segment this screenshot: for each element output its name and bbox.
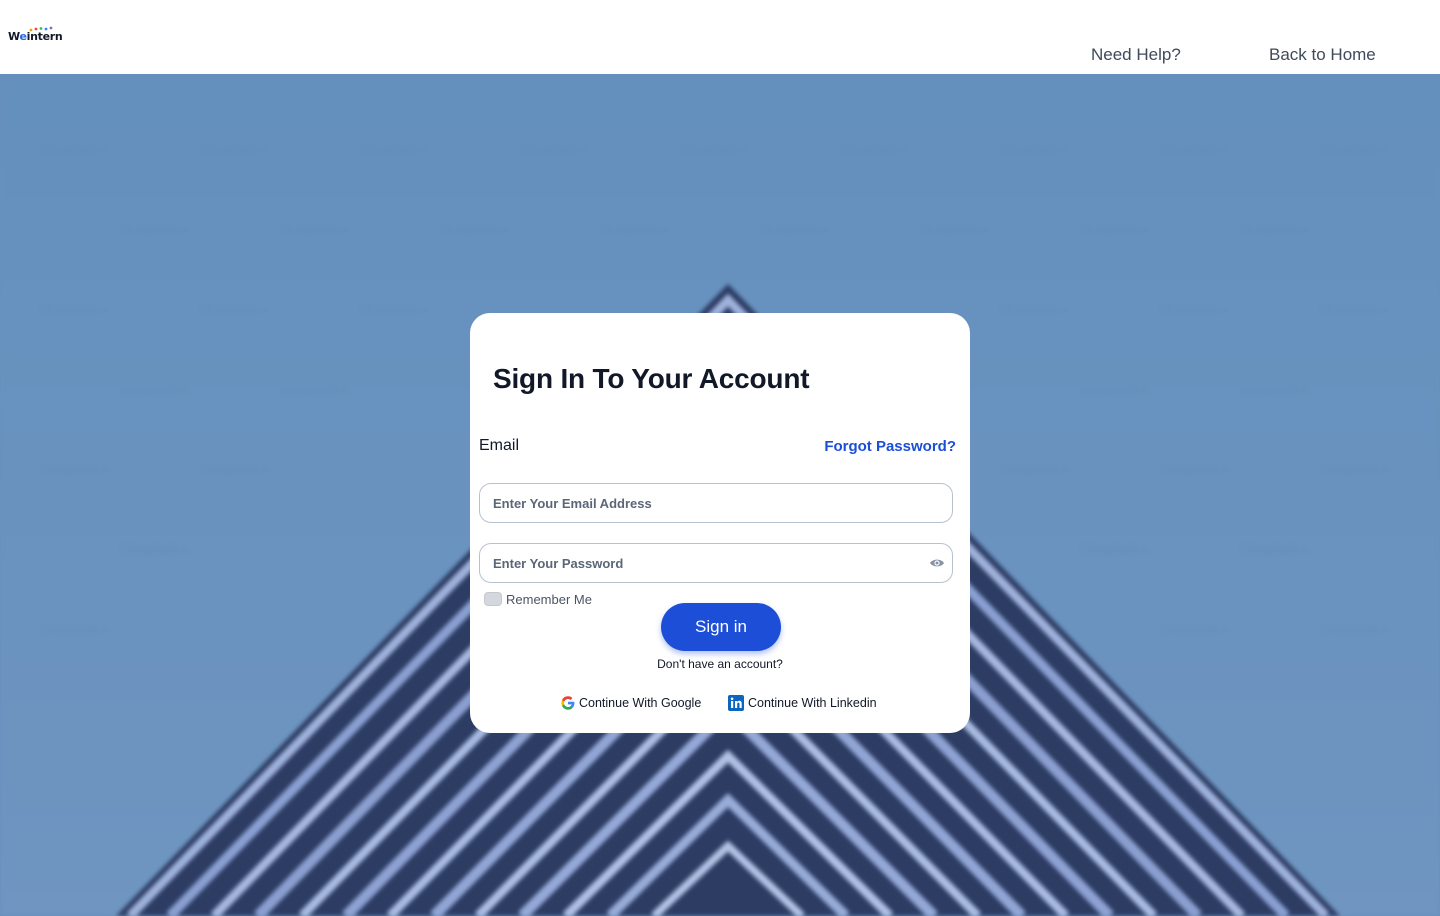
svg-text:Unsplash+: Unsplash+ bbox=[40, 463, 110, 478]
svg-text:Unsplash+: Unsplash+ bbox=[360, 143, 430, 158]
svg-text:Unsplash+: Unsplash+ bbox=[1160, 463, 1230, 478]
svg-text:Unsplash+: Unsplash+ bbox=[680, 143, 750, 158]
top-header: Weintern Need Help? Back to Home bbox=[0, 0, 1440, 74]
svg-text:Unsplash+: Unsplash+ bbox=[920, 223, 990, 238]
logo-text: Weintern bbox=[8, 30, 63, 43]
svg-text:Unsplash+: Unsplash+ bbox=[1000, 463, 1070, 478]
svg-text:Unsplash+: Unsplash+ bbox=[600, 223, 670, 238]
email-field bbox=[479, 483, 953, 523]
sign-in-button[interactable]: Sign in bbox=[661, 603, 781, 651]
svg-text:Unsplash+: Unsplash+ bbox=[1240, 383, 1310, 398]
linkedin-label: Continue With Linkedin bbox=[748, 696, 877, 710]
svg-text:Unsplash+: Unsplash+ bbox=[1320, 303, 1390, 318]
svg-text:Unsplash+: Unsplash+ bbox=[1160, 623, 1230, 638]
svg-text:Unsplash+: Unsplash+ bbox=[1160, 303, 1230, 318]
svg-text:Unsplash+: Unsplash+ bbox=[840, 143, 910, 158]
page-title: Sign In To Your Account bbox=[493, 363, 810, 394]
email-input[interactable] bbox=[493, 484, 913, 522]
remember-me-checkbox[interactable] bbox=[484, 592, 502, 606]
svg-text:Unsplash+: Unsplash+ bbox=[760, 223, 830, 238]
google-label: Continue With Google bbox=[579, 696, 702, 710]
svg-text:Unsplash+: Unsplash+ bbox=[1080, 543, 1150, 558]
weintern-logo[interactable]: Weintern bbox=[8, 26, 63, 44]
svg-text:Unsplash+: Unsplash+ bbox=[1160, 143, 1230, 158]
linkedin-icon bbox=[728, 695, 744, 711]
svg-text:Unsplash+: Unsplash+ bbox=[360, 303, 430, 318]
svg-text:Unsplash+: Unsplash+ bbox=[200, 143, 270, 158]
svg-text:Unsplash+: Unsplash+ bbox=[1320, 623, 1390, 638]
svg-text:Unsplash+: Unsplash+ bbox=[200, 463, 270, 478]
password-field bbox=[479, 543, 953, 583]
svg-text:Unsplash+: Unsplash+ bbox=[1000, 303, 1070, 318]
sign-in-card: Sign In To Your Account Email Forgot Pas… bbox=[470, 313, 970, 733]
no-account-link[interactable]: Don't have an account? bbox=[470, 657, 970, 671]
google-icon bbox=[561, 696, 575, 710]
need-help-link[interactable]: Need Help? bbox=[1091, 45, 1181, 65]
svg-text:Unsplash+: Unsplash+ bbox=[1320, 463, 1390, 478]
svg-text:Unsplash+: Unsplash+ bbox=[280, 223, 350, 238]
continue-with-linkedin-button[interactable]: Continue With Linkedin bbox=[728, 695, 877, 711]
svg-text:Unsplash+: Unsplash+ bbox=[1240, 543, 1310, 558]
svg-text:Unsplash+: Unsplash+ bbox=[120, 543, 190, 558]
password-input[interactable] bbox=[493, 544, 913, 582]
svg-text:Unsplash+: Unsplash+ bbox=[1080, 383, 1150, 398]
svg-text:Unsplash+: Unsplash+ bbox=[520, 143, 590, 158]
svg-text:Unsplash+: Unsplash+ bbox=[440, 223, 510, 238]
svg-text:Unsplash+: Unsplash+ bbox=[1000, 143, 1070, 158]
back-to-home-link[interactable]: Back to Home bbox=[1269, 45, 1376, 65]
svg-text:Unsplash+: Unsplash+ bbox=[40, 623, 110, 638]
svg-text:Unsplash+: Unsplash+ bbox=[120, 223, 190, 238]
svg-text:Unsplash+: Unsplash+ bbox=[200, 303, 270, 318]
svg-text:Unsplash+: Unsplash+ bbox=[1080, 223, 1150, 238]
remember-me-toggle[interactable]: Remember Me bbox=[484, 591, 592, 607]
remember-me-label: Remember Me bbox=[506, 591, 592, 607]
svg-text:Unsplash+: Unsplash+ bbox=[1320, 143, 1390, 158]
continue-with-google-button[interactable]: Continue With Google bbox=[561, 695, 701, 711]
svg-text:Unsplash+: Unsplash+ bbox=[40, 143, 110, 158]
eye-icon[interactable] bbox=[929, 557, 945, 569]
svg-text:Unsplash+: Unsplash+ bbox=[120, 383, 190, 398]
svg-text:Unsplash+: Unsplash+ bbox=[40, 303, 110, 318]
svg-text:Unsplash+: Unsplash+ bbox=[1240, 223, 1310, 238]
forgot-password-link[interactable]: Forgot Password? bbox=[824, 438, 956, 455]
email-label: Email bbox=[479, 437, 520, 454]
svg-text:Unsplash+: Unsplash+ bbox=[280, 383, 350, 398]
